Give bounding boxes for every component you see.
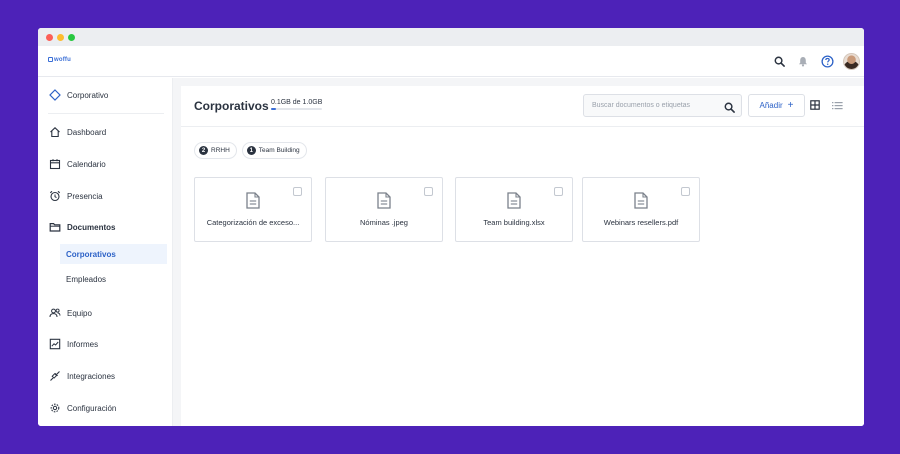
sidebar-divider bbox=[48, 113, 164, 114]
file-card[interactable]: Webinars resellers.pdf bbox=[582, 177, 700, 242]
sidebar-item-presencia[interactable]: Presencia bbox=[48, 186, 166, 206]
search-box[interactable]: Buscar documentos o etiquetas bbox=[583, 94, 742, 117]
top-bar: woffu bbox=[38, 46, 864, 77]
plug-icon bbox=[48, 369, 62, 383]
chart-icon bbox=[48, 337, 62, 351]
tag-chip-team-building[interactable]: 1 Team Building bbox=[241, 142, 307, 159]
tag-label: Team Building bbox=[258, 147, 300, 154]
sidebar-item-dashboard[interactable]: Dashboard bbox=[48, 122, 166, 142]
company-label: Corporativo bbox=[67, 90, 109, 100]
sidebar-item-integraciones[interactable]: Integraciones bbox=[48, 366, 166, 386]
document-icon bbox=[634, 192, 648, 214]
file-card[interactable]: Nóminas .jpeg bbox=[325, 177, 443, 242]
diamond-icon bbox=[48, 88, 62, 102]
tag-chip-rrhh[interactable]: 2 RRHH bbox=[194, 142, 237, 159]
sidebar-item-informes[interactable]: Informes bbox=[48, 334, 166, 354]
gear-icon bbox=[48, 401, 62, 415]
file-card[interactable]: Team building.xlsx bbox=[455, 177, 573, 242]
sidebar-item-calendario[interactable]: Calendario bbox=[48, 154, 166, 174]
storage-quota-label: 0.1GB de 1.0GB bbox=[271, 99, 323, 106]
home-icon bbox=[48, 125, 62, 139]
tag-count-badge: 1 bbox=[246, 146, 256, 155]
close-window-button[interactable] bbox=[46, 34, 53, 41]
file-select-checkbox[interactable] bbox=[293, 187, 302, 196]
logo-mark-icon bbox=[48, 57, 53, 62]
calendar-icon bbox=[48, 157, 62, 171]
app-window: woffu Corporativo Dashboard Calendario P… bbox=[38, 28, 864, 426]
sidebar-item-label: Informes bbox=[67, 339, 99, 349]
storage-quota: 0.1GB de 1.0GB bbox=[271, 99, 323, 110]
sidebar-subitem-label: Empleados bbox=[66, 274, 107, 284]
tag-filters: 2 RRHH 1 Team Building bbox=[194, 142, 312, 159]
file-select-checkbox[interactable] bbox=[554, 187, 563, 196]
file-card[interactable]: Categorización de exceso... bbox=[194, 177, 312, 242]
sidebar-item-label: Presencia bbox=[67, 191, 103, 201]
sidebar-item-label: Configuración bbox=[67, 403, 117, 413]
file-name: Webinars resellers.pdf bbox=[603, 218, 679, 227]
sidebar-item-configuracion[interactable]: Configuración bbox=[48, 398, 166, 418]
storage-quota-fill bbox=[271, 108, 277, 110]
company-selector[interactable]: Corporativo bbox=[48, 85, 166, 105]
tag-label: RRHH bbox=[211, 147, 230, 154]
file-select-checkbox[interactable] bbox=[424, 187, 433, 196]
grid-view-icon[interactable] bbox=[808, 98, 822, 112]
sidebar-subitem-empleados[interactable]: Empleados bbox=[60, 269, 167, 289]
app-logo[interactable]: woffu bbox=[48, 57, 71, 63]
user-avatar[interactable] bbox=[842, 52, 860, 70]
file-name: Team building.xlsx bbox=[483, 218, 545, 227]
document-icon bbox=[246, 192, 260, 214]
search-input[interactable]: Buscar documentos o etiquetas bbox=[592, 102, 690, 109]
sidebar-item-label: Integraciones bbox=[67, 371, 116, 381]
sidebar-subitem-label: Corporativos bbox=[66, 249, 116, 259]
documents-panel: Corporativos 0.1GB de 1.0GB Buscar docum… bbox=[181, 86, 864, 426]
add-button-label: Añadir bbox=[759, 101, 783, 110]
bell-icon[interactable] bbox=[794, 52, 812, 70]
help-icon[interactable] bbox=[818, 52, 836, 70]
minimize-window-button[interactable] bbox=[57, 34, 64, 41]
file-name: Categorización de exceso... bbox=[206, 218, 300, 227]
panel-header: Corporativos 0.1GB de 1.0GB Buscar docum… bbox=[181, 86, 864, 127]
avatar bbox=[842, 52, 860, 70]
plus-icon: + bbox=[787, 100, 794, 111]
window-chrome bbox=[38, 28, 864, 46]
sidebar-item-label: Documentos bbox=[67, 222, 116, 232]
sidebar-item-label: Equipo bbox=[67, 308, 92, 318]
file-name: Nóminas .jpeg bbox=[360, 218, 408, 227]
logo-text: woffu bbox=[54, 57, 71, 63]
team-icon bbox=[48, 306, 62, 320]
main-area: Corporativos 0.1GB de 1.0GB Buscar docum… bbox=[173, 78, 864, 426]
sidebar-item-equipo[interactable]: Equipo bbox=[48, 303, 166, 323]
search-icon[interactable] bbox=[724, 100, 735, 118]
list-view-icon[interactable] bbox=[830, 98, 844, 112]
sidebar-item-documentos[interactable]: Documentos bbox=[48, 217, 166, 237]
document-icon bbox=[507, 192, 521, 214]
sidebar-subitem-corporativos[interactable]: Corporativos bbox=[60, 244, 167, 264]
folder-icon bbox=[48, 220, 62, 234]
add-button[interactable]: Añadir + bbox=[748, 94, 805, 117]
tag-count-badge: 2 bbox=[199, 146, 208, 155]
search-icon[interactable] bbox=[770, 52, 788, 70]
document-icon bbox=[377, 192, 391, 214]
storage-quota-track bbox=[271, 108, 323, 110]
alarm-clock-icon bbox=[48, 189, 62, 203]
sidebar: Corporativo Dashboard Calendario Presenc… bbox=[38, 78, 173, 426]
maximize-window-button[interactable] bbox=[68, 34, 75, 41]
sidebar-item-label: Calendario bbox=[67, 159, 106, 169]
file-select-checkbox[interactable] bbox=[681, 187, 690, 196]
sidebar-item-label: Dashboard bbox=[67, 127, 107, 137]
page-title: Corporativos bbox=[194, 99, 269, 113]
top-actions bbox=[764, 52, 860, 70]
